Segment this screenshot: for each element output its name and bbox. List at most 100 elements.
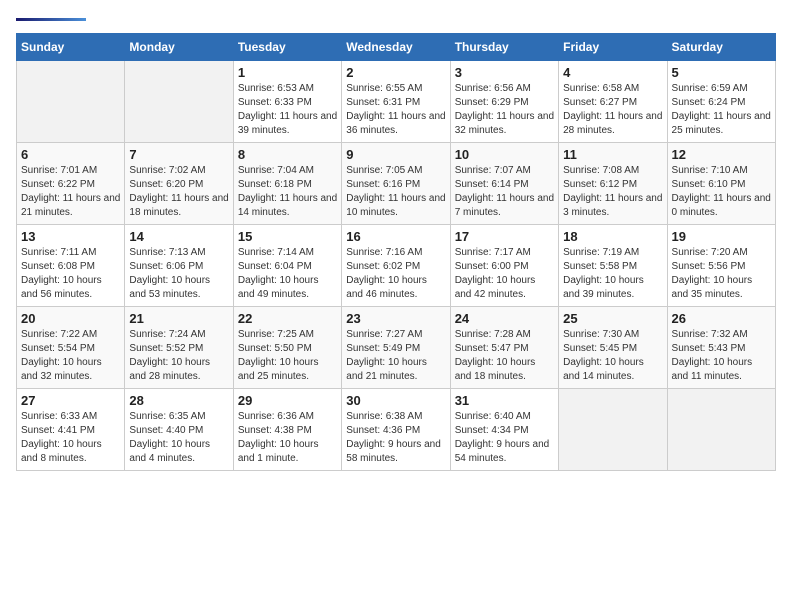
day-number: 22 xyxy=(238,311,337,326)
day-number: 7 xyxy=(129,147,228,162)
day-info: Sunrise: 7:04 AM Sunset: 6:18 PM Dayligh… xyxy=(238,164,337,220)
calendar-cell: 5 Sunrise: 6:59 AM Sunset: 6:24 PM Daylig… xyxy=(667,61,775,143)
calendar-cell: 18Sunrise: 7:19 AM Sunset: 5:58 PM Dayli… xyxy=(559,225,667,307)
calendar-header-friday: Friday xyxy=(559,34,667,61)
day-number: 14 xyxy=(129,229,228,244)
day-number: 28 xyxy=(129,393,228,408)
day-info: Sunrise: 7:10 AM Sunset: 6:10 PM Dayligh… xyxy=(672,164,771,220)
day-info: Sunrise: 7:16 AM Sunset: 6:02 PM Dayligh… xyxy=(346,246,445,302)
calendar-cell: 3 Sunrise: 6:56 AM Sunset: 6:29 PM Daylig… xyxy=(450,61,558,143)
day-number: 15 xyxy=(238,229,337,244)
day-info: Sunrise: 7:24 AM Sunset: 5:52 PM Dayligh… xyxy=(129,328,228,384)
day-info: Sunrise: 7:28 AM Sunset: 5:47 PM Dayligh… xyxy=(455,328,554,384)
day-info: Sunrise: 7:32 AM Sunset: 5:43 PM Dayligh… xyxy=(672,328,771,384)
calendar-cell: 22 Sunrise: 7:25 AM Sunset: 5:50 PM Dayli… xyxy=(233,307,341,389)
day-number: 21 xyxy=(129,311,228,326)
calendar-cell xyxy=(667,389,775,471)
day-number: 30 xyxy=(346,393,445,408)
calendar-cell: 16Sunrise: 7:16 AM Sunset: 6:02 PM Dayli… xyxy=(342,225,450,307)
calendar-cell xyxy=(125,61,233,143)
day-info: Sunrise: 7:17 AM Sunset: 6:00 PM Dayligh… xyxy=(455,246,554,302)
day-info: Sunrise: 7:22 AM Sunset: 5:54 PM Dayligh… xyxy=(21,328,120,384)
calendar-cell: 30Sunrise: 6:38 AM Sunset: 4:36 PM Dayli… xyxy=(342,389,450,471)
calendar-cell: 23Sunrise: 7:27 AM Sunset: 5:49 PM Dayli… xyxy=(342,307,450,389)
day-info: Sunrise: 6:40 AM Sunset: 4:34 PM Dayligh… xyxy=(455,410,554,466)
calendar-week-5: 27 Sunrise: 6:33 AM Sunset: 4:41 PM Dayli… xyxy=(17,389,776,471)
day-info: Sunrise: 6:59 AM Sunset: 6:24 PM Dayligh… xyxy=(672,82,771,138)
calendar-cell: 29 Sunrise: 6:36 AM Sunset: 4:38 PM Dayli… xyxy=(233,389,341,471)
day-number: 9 xyxy=(346,147,445,162)
calendar-cell: 28 Sunrise: 6:35 AM Sunset: 4:40 PM Dayli… xyxy=(125,389,233,471)
calendar-cell: 9 Sunrise: 7:05 AM Sunset: 6:16 PM Daylig… xyxy=(342,143,450,225)
calendar-body: 1Sunrise: 6:53 AM Sunset: 6:33 PM Daylig… xyxy=(17,61,776,471)
day-number: 25 xyxy=(563,311,662,326)
calendar-cell: 1Sunrise: 6:53 AM Sunset: 6:33 PM Daylig… xyxy=(233,61,341,143)
day-info: Sunrise: 6:55 AM Sunset: 6:31 PM Dayligh… xyxy=(346,82,445,138)
calendar-header-monday: Monday xyxy=(125,34,233,61)
calendar-week-4: 20 Sunrise: 7:22 AM Sunset: 5:54 PM Dayli… xyxy=(17,307,776,389)
day-info: Sunrise: 7:20 AM Sunset: 5:56 PM Dayligh… xyxy=(672,246,771,302)
day-info: Sunrise: 7:02 AM Sunset: 6:20 PM Dayligh… xyxy=(129,164,228,220)
day-number: 23 xyxy=(346,311,445,326)
day-info: Sunrise: 6:36 AM Sunset: 4:38 PM Dayligh… xyxy=(238,410,337,466)
calendar-header-thursday: Thursday xyxy=(450,34,558,61)
calendar-week-1: 1Sunrise: 6:53 AM Sunset: 6:33 PM Daylig… xyxy=(17,61,776,143)
day-info: Sunrise: 6:53 AM Sunset: 6:33 PM Dayligh… xyxy=(238,82,337,138)
day-number: 3 xyxy=(455,65,554,80)
calendar-cell: 13 Sunrise: 7:11 AM Sunset: 6:08 PM Dayli… xyxy=(17,225,125,307)
day-number: 17 xyxy=(455,229,554,244)
calendar-header-wednesday: Wednesday xyxy=(342,34,450,61)
day-info: Sunrise: 7:07 AM Sunset: 6:14 PM Dayligh… xyxy=(455,164,554,220)
day-info: Sunrise: 7:14 AM Sunset: 6:04 PM Dayligh… xyxy=(238,246,337,302)
calendar-cell: 20 Sunrise: 7:22 AM Sunset: 5:54 PM Dayli… xyxy=(17,307,125,389)
day-number: 11 xyxy=(563,147,662,162)
day-info: Sunrise: 6:56 AM Sunset: 6:29 PM Dayligh… xyxy=(455,82,554,138)
day-number: 31 xyxy=(455,393,554,408)
day-number: 6 xyxy=(21,147,120,162)
day-info: Sunrise: 6:35 AM Sunset: 4:40 PM Dayligh… xyxy=(129,410,228,466)
day-info: Sunrise: 7:25 AM Sunset: 5:50 PM Dayligh… xyxy=(238,328,337,384)
day-info: Sunrise: 6:58 AM Sunset: 6:27 PM Dayligh… xyxy=(563,82,662,138)
day-number: 29 xyxy=(238,393,337,408)
calendar-header-row: SundayMondayTuesdayWednesdayThursdayFrid… xyxy=(17,34,776,61)
day-number: 8 xyxy=(238,147,337,162)
day-info: Sunrise: 7:11 AM Sunset: 6:08 PM Dayligh… xyxy=(21,246,120,302)
calendar-cell: 7 Sunrise: 7:02 AM Sunset: 6:20 PM Daylig… xyxy=(125,143,233,225)
calendar-cell: 4 Sunrise: 6:58 AM Sunset: 6:27 PM Daylig… xyxy=(559,61,667,143)
calendar-week-3: 13 Sunrise: 7:11 AM Sunset: 6:08 PM Dayli… xyxy=(17,225,776,307)
calendar-cell: 31 Sunrise: 6:40 AM Sunset: 4:34 PM Dayli… xyxy=(450,389,558,471)
calendar-week-2: 6Sunrise: 7:01 AM Sunset: 6:22 PM Daylig… xyxy=(17,143,776,225)
calendar-cell: 6Sunrise: 7:01 AM Sunset: 6:22 PM Daylig… xyxy=(17,143,125,225)
logo-line xyxy=(16,18,86,21)
day-number: 13 xyxy=(21,229,120,244)
calendar-cell: 21 Sunrise: 7:24 AM Sunset: 5:52 PM Dayli… xyxy=(125,307,233,389)
calendar-cell: 14 Sunrise: 7:13 AM Sunset: 6:06 PM Dayli… xyxy=(125,225,233,307)
calendar-header-tuesday: Tuesday xyxy=(233,34,341,61)
day-number: 12 xyxy=(672,147,771,162)
day-number: 26 xyxy=(672,311,771,326)
day-info: Sunrise: 7:30 AM Sunset: 5:45 PM Dayligh… xyxy=(563,328,662,384)
day-info: Sunrise: 7:13 AM Sunset: 6:06 PM Dayligh… xyxy=(129,246,228,302)
day-number: 27 xyxy=(21,393,120,408)
calendar-header-sunday: Sunday xyxy=(17,34,125,61)
day-number: 19 xyxy=(672,229,771,244)
calendar-cell: 15 Sunrise: 7:14 AM Sunset: 6:04 PM Dayli… xyxy=(233,225,341,307)
day-info: Sunrise: 6:33 AM Sunset: 4:41 PM Dayligh… xyxy=(21,410,120,466)
calendar-cell: 26 Sunrise: 7:32 AM Sunset: 5:43 PM Dayli… xyxy=(667,307,775,389)
calendar-cell xyxy=(17,61,125,143)
day-info: Sunrise: 7:08 AM Sunset: 6:12 PM Dayligh… xyxy=(563,164,662,220)
calendar-cell: 2 Sunrise: 6:55 AM Sunset: 6:31 PM Daylig… xyxy=(342,61,450,143)
calendar-cell: 11 Sunrise: 7:08 AM Sunset: 6:12 PM Dayli… xyxy=(559,143,667,225)
calendar-cell: 17 Sunrise: 7:17 AM Sunset: 6:00 PM Dayli… xyxy=(450,225,558,307)
calendar-cell xyxy=(559,389,667,471)
day-number: 4 xyxy=(563,65,662,80)
day-info: Sunrise: 7:19 AM Sunset: 5:58 PM Dayligh… xyxy=(563,246,662,302)
day-number: 24 xyxy=(455,311,554,326)
calendar-table: SundayMondayTuesdayWednesdayThursdayFrid… xyxy=(16,33,776,471)
page-header xyxy=(16,16,776,21)
day-number: 5 xyxy=(672,65,771,80)
day-info: Sunrise: 7:05 AM Sunset: 6:16 PM Dayligh… xyxy=(346,164,445,220)
calendar-cell: 27 Sunrise: 6:33 AM Sunset: 4:41 PM Dayli… xyxy=(17,389,125,471)
day-number: 20 xyxy=(21,311,120,326)
day-number: 2 xyxy=(346,65,445,80)
